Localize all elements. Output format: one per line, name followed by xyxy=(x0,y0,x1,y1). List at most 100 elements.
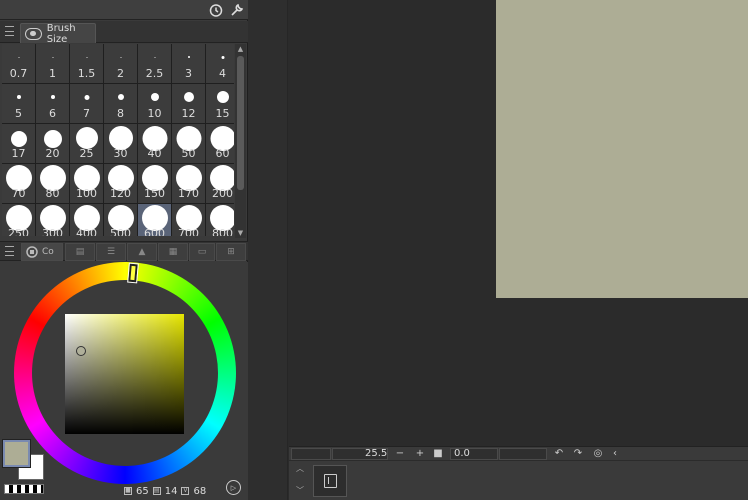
collapse-down-icon[interactable]: ﹀ xyxy=(296,485,304,496)
brush-size-cell[interactable]: 3 xyxy=(172,44,205,83)
brush-size-label: 12 xyxy=(181,107,196,120)
brush-size-cell[interactable]: 15 xyxy=(206,84,234,123)
brush-size-label: 17 xyxy=(11,147,26,160)
tab-approximate-color[interactable]: ▦ xyxy=(158,243,188,261)
collapse-left-icon[interactable]: ‹ xyxy=(608,447,622,461)
brush-size-cell[interactable]: 600 xyxy=(138,204,171,236)
brush-preview-dot xyxy=(50,95,55,99)
stop-icon[interactable]: ■ xyxy=(431,447,445,461)
brush-size-cell[interactable]: 1 xyxy=(36,44,69,83)
brush-size-cell[interactable]: 80 xyxy=(36,164,69,203)
brush-size-cell[interactable]: 30 xyxy=(104,124,137,163)
brush-size-cell[interactable]: 300 xyxy=(36,204,69,236)
brush-size-cell[interactable]: 50 xyxy=(172,124,205,163)
brush-size-label: 20 xyxy=(45,147,60,160)
brush-size-cell[interactable]: 500 xyxy=(104,204,137,236)
expand-up-icon[interactable]: ︿ xyxy=(296,463,304,474)
value-icon: V xyxy=(181,487,190,495)
brush-size-cell[interactable]: 17 xyxy=(2,124,35,163)
brush-size-label: 10 xyxy=(147,107,162,120)
tab-color-history[interactable]: ▭ xyxy=(189,243,215,261)
brush-size-cell[interactable]: 0.7 xyxy=(2,44,35,83)
bottom-panel-toggle[interactable]: ︿ ﹀ xyxy=(293,461,309,500)
canvas-paper[interactable] xyxy=(496,0,748,298)
brush-size-cell[interactable]: 100 xyxy=(70,164,103,203)
hue-marker[interactable] xyxy=(127,262,139,284)
brush-size-label: 250 xyxy=(8,227,29,236)
brush-size-cell[interactable]: 40 xyxy=(138,124,171,163)
brush-size-label: 120 xyxy=(110,187,131,200)
brush-size-label: 7 xyxy=(83,107,90,120)
brush-size-cell[interactable]: 20 xyxy=(36,124,69,163)
brush-size-cell[interactable]: 150 xyxy=(138,164,171,203)
tab-brush-size[interactable]: Brush Size xyxy=(20,22,96,45)
brush-size-cell[interactable]: 120 xyxy=(104,164,137,203)
main-color-swatch[interactable] xyxy=(3,440,30,467)
rotation-slider[interactable] xyxy=(499,448,547,460)
brush-size-cell[interactable]: 7 xyxy=(70,84,103,123)
brush-grid-scrollbar[interactable]: ▲ ▼ xyxy=(235,44,246,238)
left-dock: Brush Size 0.7 1 1.5 2 2.5 3 4 5 6 7 8 10 12 15 17 20 25… xyxy=(0,0,248,500)
reset-rotation-icon[interactable]: ◎ xyxy=(591,447,605,461)
brush-size-label: 70 xyxy=(11,187,26,200)
brush-size-cell[interactable]: 800 xyxy=(206,204,234,236)
brush-size-cell[interactable]: 400 xyxy=(70,204,103,236)
panel-menu-icon[interactable] xyxy=(5,26,14,36)
approximate-color-icon: ▦ xyxy=(168,247,178,257)
transparent-color-swatch[interactable] xyxy=(4,484,44,494)
brush-size-cell[interactable]: 2.5 xyxy=(138,44,171,83)
scroll-thumb[interactable] xyxy=(237,56,244,190)
tab-brush-size-label: Brush Size xyxy=(46,22,76,45)
zoom-out-icon[interactable]: − xyxy=(393,447,407,461)
scroll-up-icon[interactable]: ▲ xyxy=(235,44,246,54)
panel-top-bar xyxy=(0,0,248,20)
brush-size-label: 25 xyxy=(79,147,94,160)
tab-color-set[interactable]: ☰ xyxy=(96,243,126,261)
timeline-button[interactable] xyxy=(313,465,347,497)
bottom-panel: ︿ ﹀ xyxy=(289,461,748,500)
navigator-slider[interactable] xyxy=(291,448,331,460)
wrench-icon[interactable] xyxy=(228,1,246,19)
brush-size-cell[interactable]: 250 xyxy=(2,204,35,236)
brush-size-cell[interactable]: 170 xyxy=(172,164,205,203)
rotate-right-icon[interactable]: ↷ xyxy=(571,447,585,461)
brush-size-cell[interactable]: 2 xyxy=(104,44,137,83)
brush-size-cell[interactable]: 6 xyxy=(36,84,69,123)
brush-size-cell[interactable]: 5 xyxy=(2,84,35,123)
brush-size-cell[interactable]: 10 xyxy=(138,84,171,123)
brush-size-cell[interactable]: 8 xyxy=(104,84,137,123)
rotation-value: 0.0 xyxy=(454,448,470,459)
tab-color-wheel[interactable]: Co xyxy=(21,243,63,261)
color-wheel-panel: ■ 65 ▤ 14 V 68 ▷ xyxy=(0,262,248,500)
dock-gap xyxy=(248,0,288,500)
brush-preview-dot xyxy=(183,92,194,102)
brush-size-cell[interactable]: 60 xyxy=(206,124,234,163)
brush-size-cell[interactable]: 200 xyxy=(206,164,234,203)
color-slider-icon: ▤ xyxy=(75,247,85,257)
brush-size-cell[interactable]: 25 xyxy=(70,124,103,163)
brush-size-cell[interactable]: 12 xyxy=(172,84,205,123)
saturation-value: 14 xyxy=(164,485,178,497)
zoom-value: 25.5 xyxy=(365,448,388,459)
brush-size-cell[interactable]: 4 xyxy=(206,44,234,83)
tab-color-slider[interactable]: ▤ xyxy=(65,243,95,261)
color-panel-menu-icon[interactable] xyxy=(5,246,14,256)
brush-size-grid: 0.7 1 1.5 2 2.5 3 4 5 6 7 8 10 12 15 17 20 25 30 40 50 60 70 8… xyxy=(2,44,234,236)
scroll-down-icon[interactable]: ▼ xyxy=(235,228,246,238)
timer-icon[interactable] xyxy=(207,1,225,19)
brush-preview-dot xyxy=(10,131,27,147)
brush-size-label: 600 xyxy=(144,227,165,236)
brush-size-cell[interactable]: 700 xyxy=(172,204,205,236)
brush-size-cell[interactable]: 70 xyxy=(2,164,35,203)
color-mode-toggle-icon[interactable]: ▷ xyxy=(226,480,241,495)
saturation-value-square[interactable] xyxy=(65,314,184,434)
tab-subview[interactable]: ⊞ xyxy=(216,243,246,261)
brush-preview-dot xyxy=(75,127,98,149)
brush-size-label: 500 xyxy=(110,227,131,236)
zoom-in-icon[interactable]: + xyxy=(413,447,427,461)
intermediate-color-icon: ▲ xyxy=(138,247,146,257)
saturation-value-marker[interactable] xyxy=(76,346,86,356)
tab-intermediate-color[interactable]: ▲ xyxy=(127,243,157,261)
brush-size-cell[interactable]: 1.5 xyxy=(70,44,103,83)
rotate-left-icon[interactable]: ↶ xyxy=(552,447,566,461)
